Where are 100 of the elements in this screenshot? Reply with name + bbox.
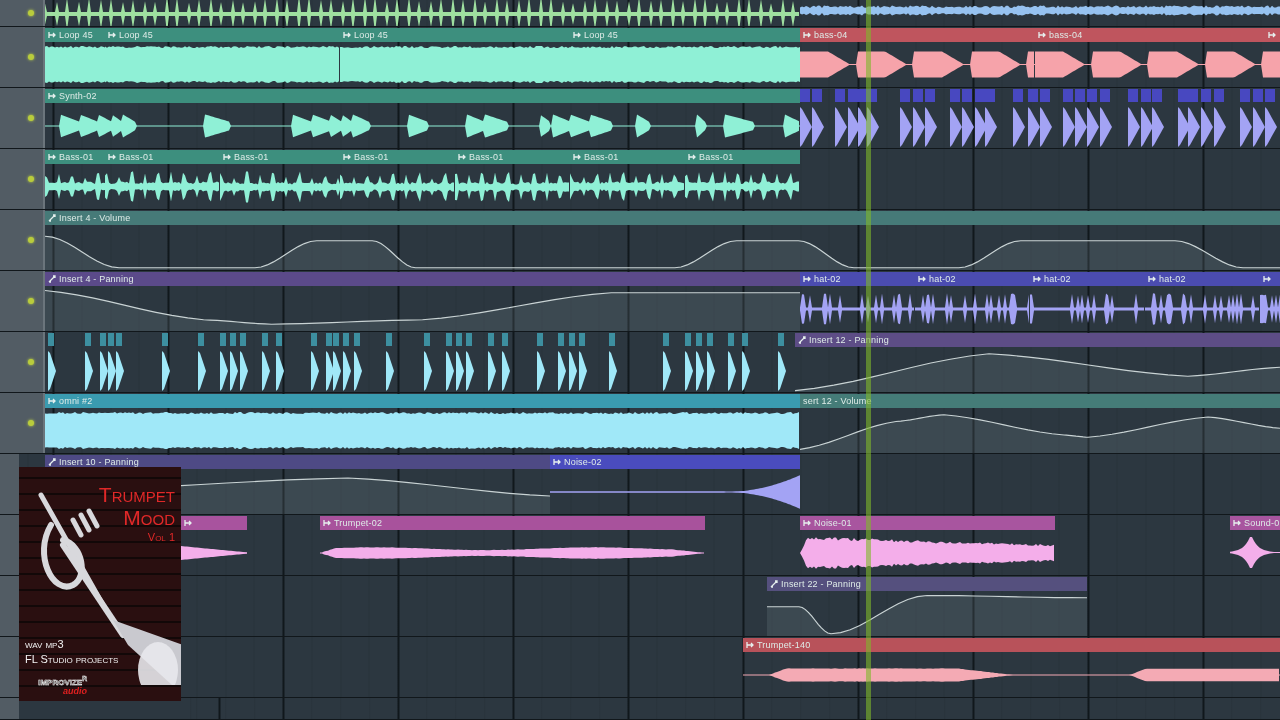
cover-subtitle: FL Studio projects bbox=[25, 652, 119, 667]
clip-header[interactable]: hat-02 bbox=[915, 272, 1030, 286]
curve-icon bbox=[48, 275, 56, 283]
cover-title: Trumpet bbox=[98, 483, 175, 506]
mute-led[interactable] bbox=[28, 54, 34, 60]
clip-header[interactable]: Loop 45 bbox=[45, 28, 105, 42]
clip-header[interactable]: Bass-01 bbox=[340, 150, 455, 164]
arrow-to-bar-icon bbox=[1233, 519, 1241, 527]
clip-label: sert 12 - Volume bbox=[803, 396, 872, 406]
clip-label: Insert 22 - Panning bbox=[781, 579, 861, 589]
arrow-to-bar-icon bbox=[746, 641, 754, 649]
waveform-drawing bbox=[1230, 536, 1280, 569]
arrow-to-bar-icon bbox=[184, 519, 192, 527]
waveform-drawing bbox=[181, 544, 247, 561]
sliced-clips-drawing[interactable] bbox=[800, 89, 1280, 148]
clip-header[interactable]: Noise-01 bbox=[800, 516, 1055, 530]
clip-header[interactable]: Insert 4 - Panning bbox=[45, 272, 800, 286]
clip-label: Bass-01 bbox=[469, 152, 504, 162]
arrow-to-bar-icon bbox=[1263, 275, 1271, 283]
clip-header[interactable]: omni #2 bbox=[45, 394, 800, 408]
clip-label: omni #2 bbox=[59, 396, 93, 406]
clip-label: Insert 10 - Panning bbox=[59, 457, 139, 467]
arrow-to-bar-icon bbox=[48, 153, 56, 161]
clip-header[interactable]: hat-02 bbox=[1030, 272, 1145, 286]
arrow-to-bar-icon bbox=[48, 31, 56, 39]
arrow-to-bar-icon bbox=[573, 31, 581, 39]
clip-label: Insert 12 - Panning bbox=[809, 335, 889, 345]
clip-label: Loop 45 bbox=[59, 30, 93, 40]
mute-led[interactable] bbox=[28, 237, 34, 243]
clip-header[interactable]: Synth-02 bbox=[45, 89, 800, 103]
clip-label: hat-02 bbox=[814, 274, 841, 284]
clip-header[interactable]: hat-02 bbox=[800, 272, 915, 286]
clip-header[interactable]: Bass-01 bbox=[220, 150, 340, 164]
clip-label: hat-02 bbox=[1159, 274, 1186, 284]
arrow-to-bar-icon bbox=[48, 397, 56, 405]
curve-icon bbox=[48, 214, 56, 222]
arrow-to-bar-icon bbox=[1038, 31, 1046, 39]
clip-label: Bass-01 bbox=[699, 152, 734, 162]
clip-header[interactable]: Bass-01 bbox=[105, 150, 220, 164]
mute-led[interactable] bbox=[28, 298, 34, 304]
arrow-to-bar-icon bbox=[1033, 275, 1041, 283]
clip-header[interactable]: Trumpet-02 bbox=[320, 516, 705, 530]
clip-label: hat-02 bbox=[1044, 274, 1071, 284]
clip-label: Trumpet-140 bbox=[757, 640, 811, 650]
arrow-to-bar-icon bbox=[553, 458, 561, 466]
mute-led[interactable] bbox=[28, 176, 34, 182]
clip-label: Trumpet-02 bbox=[334, 518, 383, 528]
arrow-to-bar-icon bbox=[458, 153, 466, 161]
volume-label: Vol 1 bbox=[147, 531, 175, 543]
clip-header[interactable]: Trumpet-140 bbox=[743, 638, 1280, 652]
clip-header[interactable]: sert 12 - Volume bbox=[800, 394, 1280, 408]
brand-logo-text: IMPROVIZE$^{R}$ bbox=[38, 675, 87, 687]
format-label: wav mp3 bbox=[25, 637, 65, 652]
clip-label: bass-04 bbox=[814, 30, 848, 40]
clip-label: Loop 45 bbox=[354, 30, 388, 40]
clip-header[interactable]: Bass-01 bbox=[45, 150, 105, 164]
clip-label: Bass-01 bbox=[234, 152, 269, 162]
clip-header[interactable]: Loop 45 bbox=[570, 28, 800, 42]
clip-header[interactable]: Insert 10 - Panning bbox=[45, 455, 550, 469]
arrow-to-bar-icon bbox=[803, 519, 811, 527]
arrow-to-bar-icon bbox=[1268, 31, 1276, 39]
clip-label: Loop 45 bbox=[119, 30, 153, 40]
arrow-to-bar-icon bbox=[343, 153, 351, 161]
cover-title: Mood bbox=[123, 506, 175, 529]
mute-led[interactable] bbox=[28, 359, 34, 365]
clip-header[interactable]: Insert 12 - Panning bbox=[795, 333, 1280, 347]
mute-led[interactable] bbox=[28, 420, 34, 426]
clip-header[interactable]: Loop 45 bbox=[105, 28, 340, 42]
clip-header[interactable]: Insert 4 - Volume bbox=[45, 211, 1280, 225]
mute-led[interactable] bbox=[28, 115, 34, 121]
clip-label: Synth-02 bbox=[59, 91, 97, 101]
clip-header[interactable]: Bass-01 bbox=[685, 150, 800, 164]
clip-label: Noise-02 bbox=[564, 457, 602, 467]
arrow-to-bar-icon bbox=[48, 92, 56, 100]
arrow-to-bar-icon bbox=[573, 153, 581, 161]
clip-label: Insert 4 - Volume bbox=[59, 213, 131, 223]
clip-header[interactable]: Noise-02 bbox=[550, 455, 800, 469]
clip-header[interactable]: bass-04 bbox=[1035, 28, 1265, 42]
mute-led[interactable] bbox=[28, 10, 34, 16]
clip-label: Bass-01 bbox=[354, 152, 389, 162]
clip-label: bass-04 bbox=[1049, 30, 1083, 40]
clip-label: Noise-01 bbox=[814, 518, 852, 528]
clip-header[interactable]: Insert 22 - Panning bbox=[767, 577, 1087, 591]
clip-header[interactable]: Sound-0 bbox=[1230, 516, 1280, 530]
clip-header[interactable]: Bass-01 bbox=[570, 150, 685, 164]
arrow-to-bar-icon bbox=[918, 275, 926, 283]
curve-icon bbox=[798, 336, 806, 344]
clip-header[interactable]: bass-04 bbox=[800, 28, 1035, 42]
arrow-to-bar-icon bbox=[688, 153, 696, 161]
arrow-to-bar-icon bbox=[108, 153, 116, 161]
brand-logo-subtext: audio bbox=[63, 686, 87, 696]
clip-header[interactable]: Bass-01 bbox=[455, 150, 570, 164]
clip-header[interactable]: Loop 45 bbox=[340, 28, 570, 42]
clip-header[interactable] bbox=[181, 516, 247, 530]
curve-icon bbox=[770, 580, 778, 588]
arrow-to-bar-icon bbox=[1148, 275, 1156, 283]
clip-label: hat-02 bbox=[929, 274, 956, 284]
clip-header[interactable]: hat-02 bbox=[1145, 272, 1260, 286]
arrow-to-bar-icon bbox=[803, 31, 811, 39]
clip-label: Sound-0 bbox=[1244, 518, 1280, 528]
